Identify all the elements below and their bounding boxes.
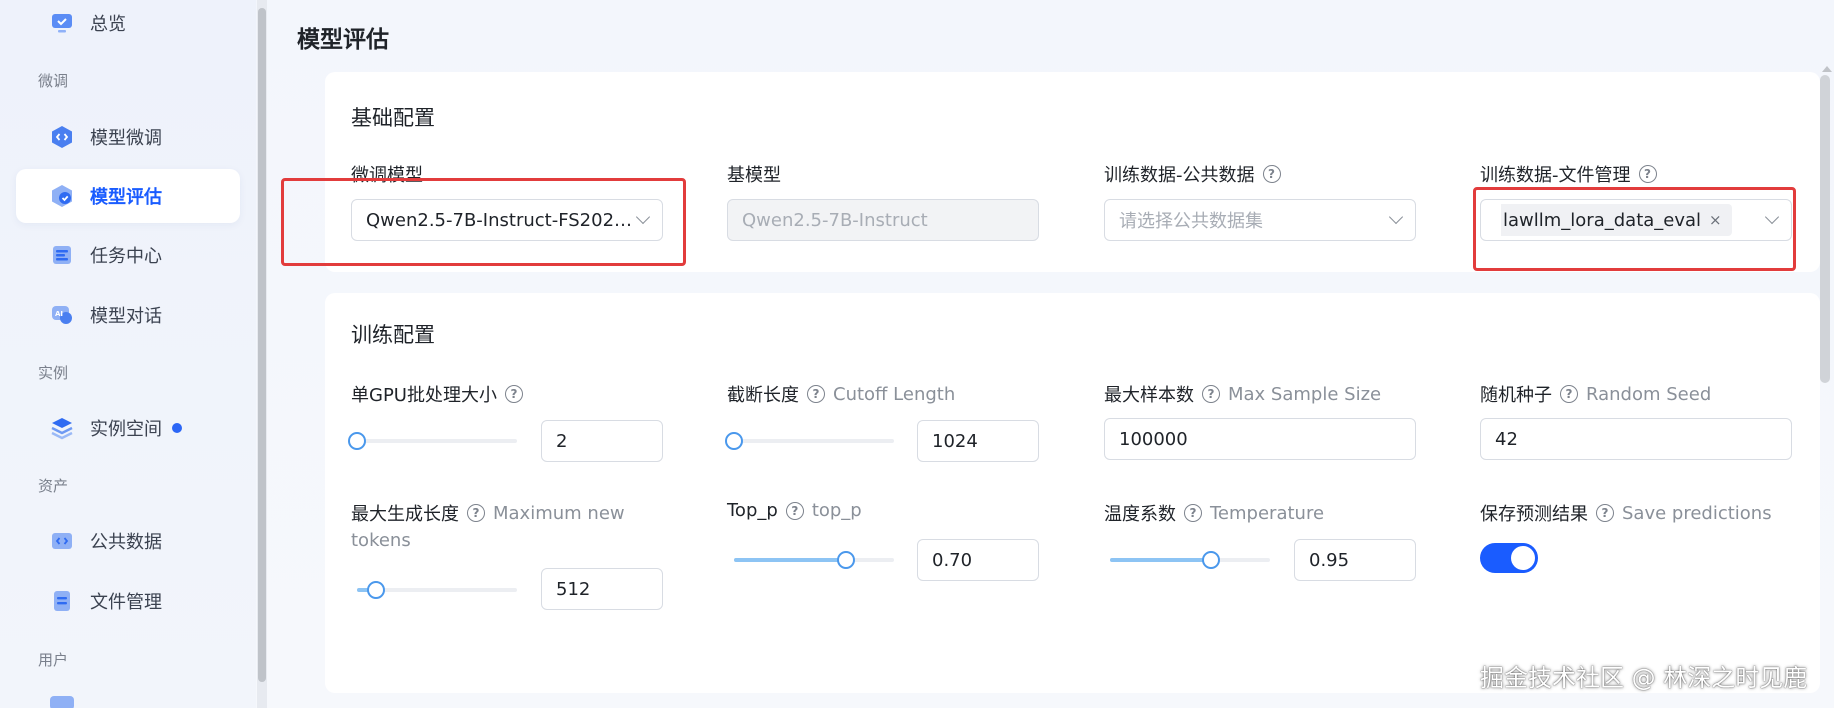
public-data-select[interactable]: 请选择公共数据集 <box>1104 199 1416 241</box>
help-icon[interactable]: ? <box>1596 504 1614 522</box>
sidebar-item-finetune[interactable]: 模型微调 <box>16 110 240 164</box>
task-list-icon <box>50 243 74 267</box>
sidebar-item-label: 公共数据 <box>90 532 162 553</box>
max-sample-label: 最大样本数 ? Max Sample Size <box>1104 383 1382 407</box>
main-scrollbar[interactable] <box>1820 75 1830 383</box>
chevron-down-icon <box>635 209 651 225</box>
cutoff-length-label: 截断长度 ? Cutoff Length <box>727 383 956 407</box>
help-icon[interactable]: ? <box>785 501 804 520</box>
sidebar-item-label: 任务中心 <box>90 246 162 267</box>
help-icon[interactable]: ? <box>1560 385 1578 403</box>
cutoff-length-input[interactable]: 1024 <box>917 420 1039 462</box>
top-p-label: Top_p ? top_p <box>727 500 862 521</box>
finetune-model-value: Qwen2.5-7B-Instruct-FS2025... <box>366 209 638 231</box>
slider-handle[interactable] <box>1201 551 1220 569</box>
max-sample-input[interactable]: 100000 <box>1104 418 1416 460</box>
basic-config-title: 基础配置 <box>351 106 435 130</box>
sidebar-item-chat[interactable]: AI 模型对话 <box>16 288 240 342</box>
help-icon[interactable]: ? <box>504 385 523 403</box>
help-icon[interactable]: ? <box>1638 165 1657 183</box>
sidebar-group-assets: 资产 <box>38 477 69 495</box>
temperature-slider[interactable] <box>1110 550 1270 570</box>
slider-handle[interactable] <box>348 432 366 450</box>
code-hex-icon <box>50 125 74 149</box>
close-icon[interactable]: × <box>1709 211 1722 229</box>
sidebar-item-tasks[interactable]: 任务中心 <box>16 228 240 282</box>
svg-text:AI: AI <box>55 310 63 318</box>
temperature-label: 温度系数 ? Temperature <box>1104 502 1325 526</box>
sidebar-item-file-manager[interactable]: 文件管理 <box>16 574 240 628</box>
batch-size-input[interactable]: 2 <box>541 420 663 462</box>
top-p-input[interactable]: 0.70 <box>917 539 1039 581</box>
public-data-label: 训练数据-公共数据 ? <box>1104 161 1281 187</box>
base-model-field: Qwen2.5-7B-Instruct <box>727 199 1039 241</box>
help-icon[interactable]: ? <box>467 504 485 522</box>
train-config-title: 训练配置 <box>351 323 435 347</box>
base-model-value: Qwen2.5-7B-Instruct <box>742 209 928 231</box>
sidebar-item-label: 文件管理 <box>90 592 162 613</box>
help-icon[interactable]: ? <box>1184 504 1202 522</box>
chevron-down-icon <box>1388 209 1404 225</box>
user-icon <box>50 696 74 708</box>
max-new-tokens-label: 最大生成长度 ? Maximum new <box>351 502 625 526</box>
sidebar-item-label: 模型微调 <box>90 128 162 149</box>
temperature-input[interactable]: 0.95 <box>1294 539 1416 581</box>
slider-handle[interactable] <box>367 581 386 599</box>
base-model-label: 基模型 <box>727 165 781 186</box>
layers-icon <box>50 416 74 440</box>
scrollbar-thumb[interactable] <box>258 8 266 682</box>
slider-handle[interactable] <box>725 432 743 450</box>
sidebar-item-overview[interactable]: 总览 <box>16 0 240 50</box>
finetune-model-select[interactable]: Qwen2.5-7B-Instruct-FS2025... <box>351 199 663 241</box>
cutoff-length-slider[interactable] <box>725 431 894 451</box>
sidebar-scrollbar[interactable] <box>257 0 267 708</box>
help-icon[interactable]: ? <box>1202 385 1220 403</box>
monitor-icon <box>50 11 74 35</box>
finetune-model-label: 微调模型 <box>351 165 423 186</box>
sidebar-group-instance: 实例 <box>38 364 69 382</box>
sidebar-item-label: 实例空间 <box>90 419 162 440</box>
help-icon[interactable]: ? <box>807 385 825 403</box>
watermark: 掘金技术社区 @ 林深之时见鹿 <box>1480 664 1808 692</box>
file-data-label: 训练数据-文件管理 ? <box>1480 161 1657 187</box>
batch-size-label: 单GPU批处理大小 ? <box>351 381 523 407</box>
sidebar-item-label: 总览 <box>90 14 126 35</box>
batch-size-slider[interactable] <box>348 431 517 451</box>
chevron-down-icon <box>1764 209 1780 225</box>
sidebar-item-label: 模型对话 <box>90 306 162 327</box>
train-config-card: 训练配置 <box>325 293 1820 693</box>
slider-handle[interactable] <box>837 551 855 569</box>
sidebar-item-label: 模型评估 <box>90 187 162 208</box>
toggle-knob <box>1511 546 1535 570</box>
save-predictions-toggle[interactable] <box>1480 543 1538 573</box>
max-new-tokens-input[interactable]: 512 <box>541 568 663 610</box>
sidebar-group-finetune: 微调 <box>38 72 69 90</box>
check-hex-icon <box>50 184 74 208</box>
notification-dot <box>172 423 182 433</box>
file-icon <box>50 589 74 613</box>
sidebar-item-evaluate[interactable]: 模型评估 <box>16 169 240 223</box>
scroll-up-icon[interactable] <box>1822 66 1832 72</box>
selected-tag: lawllm_lora_data_eval × <box>1501 204 1732 236</box>
data-folder-icon <box>50 529 74 553</box>
page-title: 模型评估 <box>297 27 389 53</box>
sidebar-group-user: 用户 <box>38 651 69 669</box>
save-predictions-label: 保存预测结果 ? Save predictions <box>1480 502 1772 526</box>
top-p-slider[interactable] <box>734 550 894 570</box>
file-data-select[interactable]: lawllm_lora_data_eval × <box>1480 199 1792 241</box>
tag-label: lawllm_lora_data_eval <box>1503 209 1702 231</box>
public-data-placeholder: 请选择公共数据集 <box>1119 211 1263 232</box>
random-seed-input[interactable]: 42 <box>1480 418 1792 460</box>
ai-chat-icon: AI <box>50 303 74 327</box>
max-new-tokens-slider[interactable] <box>357 580 517 600</box>
sidebar-item-instance-space[interactable]: 实例空间 <box>16 401 240 455</box>
help-icon[interactable]: ? <box>1262 165 1281 183</box>
sidebar: 总览 微调 模型微调 模型评估 任务中心 AI 模型对话 实例 实例空间 资产 <box>0 0 256 708</box>
max-new-tokens-label-cont: tokens <box>351 530 411 551</box>
random-seed-label: 随机种子 ? Random Seed <box>1480 383 1712 407</box>
sidebar-item-public-data[interactable]: 公共数据 <box>16 514 240 568</box>
